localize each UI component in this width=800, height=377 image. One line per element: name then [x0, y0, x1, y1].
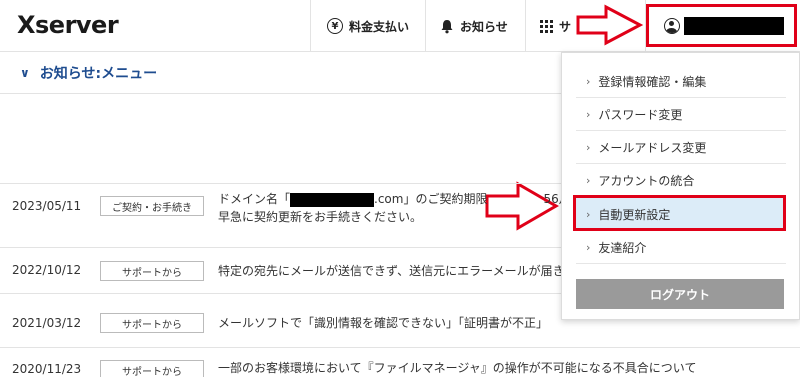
arrow-to-user-icon [576, 4, 644, 46]
redacted-domain [290, 192, 375, 207]
news-text-line2: 早急に契約更新をお手続きください。 [218, 210, 423, 224]
menu-item-referral[interactable]: › 友達紹介 [576, 231, 786, 264]
news-category-badge: ご契約・お手続き [100, 196, 204, 216]
menu-item-label: メールアドレス変更 [598, 140, 707, 155]
chevron-down-icon: ∨ [20, 65, 30, 80]
news-date: 2023/05/11 [12, 199, 82, 213]
menu-item-label: 友達紹介 [598, 240, 647, 255]
chevron-right-icon: › [586, 240, 591, 254]
news-date: 2022/10/12 [12, 263, 82, 277]
news-category-badge: サポートから [100, 313, 204, 333]
news-message[interactable]: ドメイン名「 .com」のご契約期限 56月 早急に契約更新をお手続きください。 [218, 190, 571, 226]
news-date: 2021/03/12 [12, 316, 82, 330]
news-text-part: .com」のご契約期限 [374, 192, 488, 206]
section-title: お知らせ:メニュー [39, 65, 158, 82]
news-text-part: ドメイン名「 [218, 192, 291, 206]
news-category-badge: サポートから [100, 261, 204, 281]
menu-item-password[interactable]: › パスワード変更 [576, 98, 786, 131]
menu-item-label: 登録情報確認・編集 [598, 74, 707, 89]
news-message[interactable]: 一部のお客様環境において『ファイルマネージャ』の操作が不可能になる不具合について [218, 359, 696, 377]
menu-item-profile[interactable]: › 登録情報確認・編集 [576, 65, 786, 98]
menu-item-label: アカウントの統合 [598, 173, 695, 188]
news-message[interactable]: メールソフトで「識別情報を確認できない」「証明書が不正」 [218, 314, 548, 332]
chevron-right-icon: › [586, 140, 591, 154]
chevron-right-icon: › [586, 173, 591, 187]
menu-item-email[interactable]: › メールアドレス変更 [576, 131, 786, 164]
highlight-box-auto-renew [573, 195, 786, 231]
logout-button[interactable]: ログアウト [576, 279, 784, 309]
news-date: 2020/11/23 [12, 362, 82, 376]
chevron-right-icon: › [586, 74, 591, 88]
news-message[interactable]: 特定の宛先にメールが送信できず、送信元にエラーメールが届き [218, 262, 565, 280]
news-category-badge: サポートから [100, 360, 204, 377]
menu-item-label: パスワード変更 [598, 107, 683, 122]
chevron-right-icon: › [586, 107, 591, 121]
menu-item-merge-account[interactable]: › アカウントの統合 [576, 164, 786, 197]
news-row[interactable]: 2020/11/23 サポートから 一部のお客様環境において『ファイルマネージャ… [0, 347, 800, 377]
